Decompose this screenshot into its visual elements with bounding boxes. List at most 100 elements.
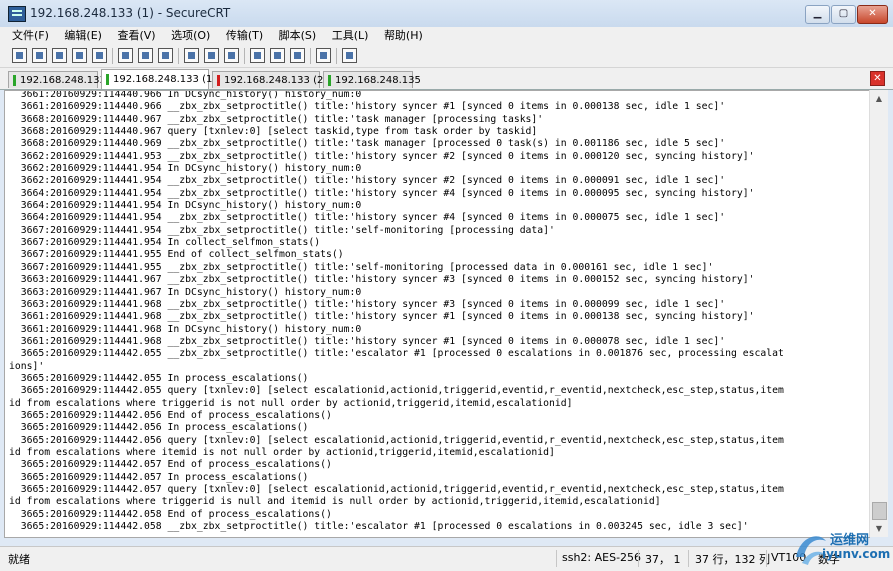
- terminal-line: 3665:20160929:114442.057 In process_esca…: [9, 471, 309, 483]
- status-divider: [688, 550, 689, 567]
- connect-in-tab-icon[interactable]: [52, 48, 67, 63]
- terminal-lines: 3661:20160929:114440.966 In DCsync_histo…: [9, 90, 784, 533]
- watermark-logo: 运维网 iyunv.com: [790, 525, 890, 569]
- terminal-line: 3665:20160929:114442.056 query [txnlev:0…: [9, 434, 784, 446]
- menu-tools[interactable]: 工具(L): [326, 27, 375, 45]
- toolbar-divider: [112, 48, 113, 64]
- close-tab-icon[interactable]: ✕: [870, 71, 885, 86]
- terminal-line: 3663:20160929:114441.967 __zbx_zbx_setpr…: [9, 274, 755, 286]
- terminal-line: 3661:20160929:114441.968 In DCsync_histo…: [9, 323, 362, 335]
- watermark-site: iyunv.com: [822, 547, 891, 561]
- sftp-icon[interactable]: [342, 48, 357, 63]
- terminal-line: 3665:20160929:114442.058 __zbx_zbx_setpr…: [9, 521, 749, 533]
- status-ready: 就绪: [8, 553, 30, 566]
- help-icon[interactable]: [316, 48, 331, 63]
- terminal-line: 3661:20160929:114441.968 __zbx_zbx_setpr…: [9, 311, 755, 323]
- terminal-line: 3661:20160929:114441.968 __zbx_zbx_setpr…: [9, 335, 726, 347]
- window-title: 192.168.248.133 (1) - SecureCRT: [30, 6, 231, 20]
- scroll-up-icon[interactable]: ▲: [870, 90, 888, 107]
- keymap-icon[interactable]: [290, 48, 305, 63]
- terminal-line: 3665:20160929:114442.057 End of process_…: [9, 459, 332, 471]
- session-options-icon[interactable]: [250, 48, 265, 63]
- status-terminal-size: 37 行，132 列: [695, 553, 770, 566]
- disconnect-icon[interactable]: [92, 48, 107, 63]
- status-bar: 就绪 ssh2: AES-256 37， 1 37 行，132 列 VT100 …: [0, 546, 893, 571]
- status-divider: [766, 550, 767, 567]
- menu-edit[interactable]: 编辑(E): [58, 27, 108, 45]
- watermark-name: 运维网: [830, 533, 870, 548]
- terminal-line: id from escalations where triggerid is n…: [9, 496, 661, 508]
- terminal-line: 3664:20160929:114441.954 In DCsync_histo…: [9, 200, 362, 212]
- toolbar-divider: [244, 48, 245, 64]
- securecrt-app-icon[interactable]: [8, 6, 26, 22]
- title-bar: 192.168.248.133 (1) - SecureCRT ▁ ▢ ✕: [0, 0, 893, 28]
- terminal-line: 3662:20160929:114441.954 In DCsync_histo…: [9, 163, 362, 175]
- tab-status-indicator: [13, 74, 16, 86]
- terminal-line: 3665:20160929:114442.058 End of process_…: [9, 508, 332, 520]
- scrollbar-thumb[interactable]: [872, 502, 887, 520]
- tab-session-3[interactable]: 192.168.248.133 (2): [212, 71, 327, 88]
- close-window-button[interactable]: ✕: [857, 5, 888, 24]
- tab-session-4[interactable]: 192.168.248.135: [323, 71, 421, 88]
- status-cursor-position: 37， 1: [645, 553, 681, 566]
- session-tabs: 192.168.248.133 192.168.248.133 (1) 192.…: [0, 68, 893, 90]
- menu-options[interactable]: 选项(O): [165, 27, 216, 45]
- menu-bar: 文件(F) 编辑(E) 查看(V) 选项(O) 传输(T) 脚本(S) 工具(L…: [0, 27, 893, 45]
- terminal-line: 3667:20160929:114441.955 __zbx_zbx_setpr…: [9, 261, 714, 273]
- global-options-icon[interactable]: [270, 48, 285, 63]
- terminal-line: 3667:20160929:114441.955 End of collect_…: [9, 249, 344, 261]
- terminal-line: 3665:20160929:114442.057 query [txnlev:0…: [9, 484, 784, 495]
- print-selection-icon[interactable]: [204, 48, 219, 63]
- terminal-line: 3665:20160929:114442.055 In process_esca…: [9, 372, 309, 384]
- status-divider: [638, 550, 639, 567]
- terminal-line: 3661:20160929:114440.966 In DCsync_histo…: [9, 90, 362, 100]
- tab-session-1[interactable]: 192.168.248.133: [8, 71, 106, 88]
- terminal-line: 3665:20160929:114442.055 __zbx_zbx_setpr…: [9, 348, 784, 360]
- reconnect-icon[interactable]: [72, 48, 87, 63]
- toolbar: [0, 45, 893, 68]
- tab-label: 192.168.248.133 (2): [224, 75, 328, 86]
- terminal-line: 3663:20160929:114441.968 __zbx_zbx_setpr…: [9, 298, 726, 310]
- menu-transfer[interactable]: 传输(T): [220, 27, 269, 45]
- tab-status-indicator: [217, 74, 220, 86]
- tab-status-indicator: [106, 73, 109, 85]
- paste-icon[interactable]: [138, 48, 153, 63]
- terminal-line: id from escalations where triggerid is n…: [9, 397, 573, 409]
- connect-icon[interactable]: [12, 48, 27, 63]
- quick-connect-icon[interactable]: [32, 48, 47, 63]
- menu-file[interactable]: 文件(F): [0, 27, 55, 45]
- toolbar-divider: [336, 48, 337, 64]
- terminal-line: ions]': [9, 360, 45, 372]
- tab-status-indicator: [328, 74, 331, 86]
- maximize-button[interactable]: ▢: [831, 5, 856, 24]
- terminal-line: 3665:20160929:114442.056 In process_esca…: [9, 422, 309, 434]
- print-screen-icon[interactable]: [184, 48, 199, 63]
- terminal-line: 3668:20160929:114440.967 __zbx_zbx_setpr…: [9, 113, 544, 125]
- terminal-line: 3665:20160929:114442.055 query [txnlev:0…: [9, 385, 784, 397]
- menu-help[interactable]: 帮助(H): [378, 27, 429, 45]
- toolbar-divider: [178, 48, 179, 64]
- terminal-output[interactable]: 3661:20160929:114440.966 In DCsync_histo…: [4, 90, 870, 538]
- terminal-line: 3667:20160929:114441.954 In collect_self…: [9, 237, 321, 249]
- copy-icon[interactable]: [118, 48, 133, 63]
- tab-label: 192.168.248.133: [20, 75, 106, 86]
- tab-label: 192.168.248.135: [335, 75, 421, 86]
- terminal-line: 3661:20160929:114440.966 __zbx_zbx_setpr…: [9, 101, 726, 113]
- status-divider: [556, 550, 557, 567]
- terminal-line: 3668:20160929:114440.969 __zbx_zbx_setpr…: [9, 138, 726, 150]
- terminal-line: 3668:20160929:114440.967 query [txnlev:0…: [9, 126, 538, 138]
- tab-session-2[interactable]: 192.168.248.133 (1): [101, 69, 216, 89]
- tab-label: 192.168.248.133 (1): [113, 74, 217, 85]
- terminal-line: 3664:20160929:114441.954 __zbx_zbx_setpr…: [9, 187, 755, 199]
- vertical-scrollbar[interactable]: ▲ ▼: [869, 90, 888, 537]
- terminal-line: 3662:20160929:114441.953 __zbx_zbx_setpr…: [9, 150, 755, 162]
- toolbar-divider: [310, 48, 311, 64]
- find-icon[interactable]: [158, 48, 173, 63]
- terminal-line: 3663:20160929:114441.967 In DCsync_histo…: [9, 286, 362, 298]
- terminal-line: id from escalations where itemid is not …: [9, 446, 555, 458]
- print-icon[interactable]: [224, 48, 239, 63]
- menu-view[interactable]: 查看(V): [111, 27, 161, 45]
- menu-script[interactable]: 脚本(S): [273, 27, 323, 45]
- minimize-button[interactable]: ▁: [805, 5, 830, 24]
- terminal-line: 3664:20160929:114441.954 __zbx_zbx_setpr…: [9, 212, 726, 224]
